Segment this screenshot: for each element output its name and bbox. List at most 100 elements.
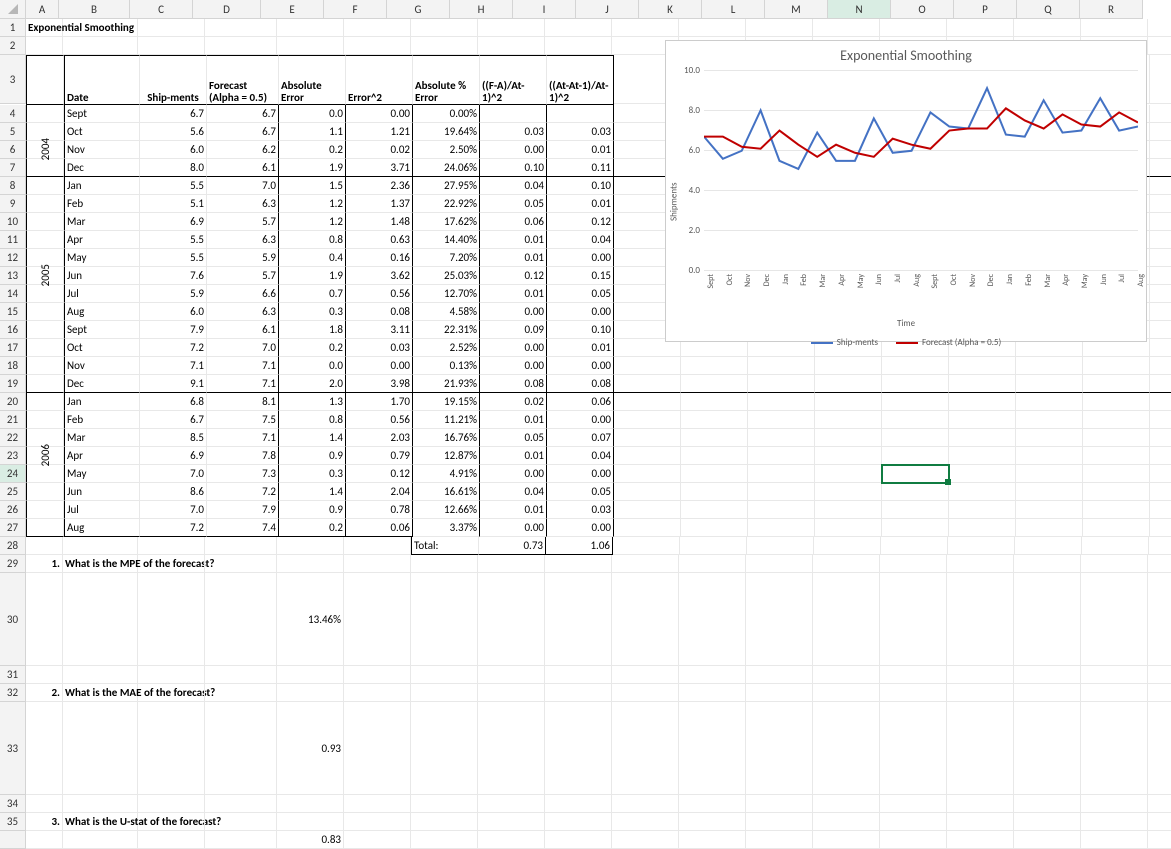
cell-N21[interactable] xyxy=(882,411,949,429)
cell-K19[interactable] xyxy=(681,375,748,393)
cell-I7[interactable]: 0.11 xyxy=(547,159,614,177)
cell-C8[interactable]: 5.5 xyxy=(140,177,207,195)
cell-M1[interactable] xyxy=(813,19,880,37)
cell-E18[interactable]: 0.0 xyxy=(279,357,346,375)
cell-Nx[interactable] xyxy=(880,831,947,849)
cell-K18[interactable] xyxy=(681,357,748,375)
cell-G20[interactable]: 19.15% xyxy=(413,393,480,411)
cell-L26[interactable] xyxy=(748,501,815,519)
cell-F27[interactable]: 0.06 xyxy=(346,519,413,537)
cell-D20[interactable]: 8.1 xyxy=(207,393,279,411)
row-header-21[interactable]: 21 xyxy=(0,411,26,429)
cell-D33[interactable] xyxy=(205,702,277,795)
row-header-15[interactable]: 15 xyxy=(0,303,26,321)
row-header-1[interactable]: 1 xyxy=(0,19,26,37)
cell-A19[interactable] xyxy=(26,375,64,393)
cell-A32[interactable]: 2. xyxy=(26,684,63,702)
cell-F31[interactable] xyxy=(344,666,411,684)
cell-D6[interactable]: 6.2 xyxy=(207,141,279,159)
cell-H6[interactable]: 0.00 xyxy=(480,141,547,159)
cell-E24[interactable]: 0.3 xyxy=(279,465,346,483)
cell-C16[interactable]: 7.9 xyxy=(140,321,207,339)
cell-H15[interactable]: 0.00 xyxy=(480,303,547,321)
cell-I14[interactable]: 0.05 xyxy=(547,285,614,303)
cell-A29[interactable]: 1. xyxy=(26,555,63,573)
cell-D29[interactable] xyxy=(205,555,277,573)
cell-E12[interactable]: 0.4 xyxy=(279,249,346,267)
column-header-H[interactable]: H xyxy=(450,0,513,19)
cell-L27[interactable] xyxy=(748,519,815,537)
row-header-25[interactable]: 25 xyxy=(0,483,26,501)
cell-F11[interactable]: 0.63 xyxy=(346,231,413,249)
cell-B18[interactable]: Nov xyxy=(64,357,140,375)
cell-H35[interactable] xyxy=(478,813,545,831)
cell-G5[interactable]: 19.64% xyxy=(413,123,480,141)
cell-B6[interactable]: Nov xyxy=(64,141,140,159)
column-header-K[interactable]: K xyxy=(639,0,702,19)
row-header-7[interactable]: 7 xyxy=(0,159,26,177)
cell-B25[interactable]: Jun xyxy=(64,483,140,501)
cell-H33[interactable] xyxy=(478,702,545,795)
cell-A1[interactable]: Exponential Smoothing xyxy=(26,19,63,37)
cell-E23[interactable]: 0.9 xyxy=(279,447,346,465)
cell-I11[interactable]: 0.04 xyxy=(547,231,614,249)
cell-A24[interactable] xyxy=(26,465,64,483)
cell-J19[interactable] xyxy=(614,375,681,393)
cell-K20[interactable] xyxy=(681,393,748,411)
cell-B17[interactable]: Oct xyxy=(64,339,140,357)
cell-E2[interactable] xyxy=(277,37,344,55)
cell-B16[interactable]: Sept xyxy=(64,321,140,339)
column-header-F[interactable]: F xyxy=(324,0,387,19)
cell-F13[interactable]: 3.62 xyxy=(346,267,413,285)
cell-I30[interactable] xyxy=(545,573,612,666)
cell-Mx[interactable] xyxy=(813,831,880,849)
cell-I26[interactable]: 0.03 xyxy=(547,501,614,519)
cell-M32[interactable] xyxy=(813,684,880,702)
cell-M24[interactable] xyxy=(815,465,882,483)
cell-O21[interactable] xyxy=(949,411,1016,429)
cell-F26[interactable]: 0.78 xyxy=(346,501,413,519)
cell-R3[interactable] xyxy=(1150,55,1171,104)
cell-Rx[interactable] xyxy=(1148,831,1171,849)
cell-I17[interactable]: 0.01 xyxy=(547,339,614,357)
cell-K33[interactable] xyxy=(679,702,746,795)
cell-N20[interactable] xyxy=(882,393,949,411)
cell-C4[interactable]: 6.7 xyxy=(140,105,207,123)
cell-Cx[interactable] xyxy=(138,831,205,849)
row-header-11[interactable]: 11 xyxy=(0,231,26,249)
cell-E20[interactable]: 1.3 xyxy=(279,393,346,411)
cell-L22[interactable] xyxy=(748,429,815,447)
cell-J1[interactable] xyxy=(612,19,679,37)
cell-H31[interactable] xyxy=(478,666,545,684)
cell-H29[interactable] xyxy=(478,555,545,573)
cell-K23[interactable] xyxy=(681,447,748,465)
cell-P26[interactable] xyxy=(1016,501,1083,519)
column-header-C[interactable]: C xyxy=(130,0,193,19)
cell-R16[interactable] xyxy=(1150,321,1171,339)
row-header-6[interactable]: 6 xyxy=(0,141,26,159)
cell-N18[interactable] xyxy=(882,357,949,375)
cell-B4[interactable]: Sept xyxy=(64,105,140,123)
cell-A3[interactable] xyxy=(26,55,64,105)
cell-H21[interactable]: 0.01 xyxy=(480,411,547,429)
cell-J21[interactable] xyxy=(614,411,681,429)
cell-O1[interactable] xyxy=(947,19,1014,37)
cell-O26[interactable] xyxy=(949,501,1016,519)
cell-G16[interactable]: 22.31% xyxy=(413,321,480,339)
cell-L32[interactable] xyxy=(746,684,813,702)
cell-L20[interactable] xyxy=(748,393,815,411)
cell-O22[interactable] xyxy=(949,429,1016,447)
cell-E17[interactable]: 0.2 xyxy=(279,339,346,357)
cell-E6[interactable]: 0.2 xyxy=(279,141,346,159)
cell-R24[interactable] xyxy=(1150,465,1171,483)
cell-I31[interactable] xyxy=(545,666,612,684)
cell-C20[interactable]: 6.8 xyxy=(140,393,207,411)
cell-L1[interactable] xyxy=(746,19,813,37)
cell-D9[interactable]: 6.3 xyxy=(207,195,279,213)
row-header-9[interactable]: 9 xyxy=(0,195,26,213)
cell-I9[interactable]: 0.01 xyxy=(547,195,614,213)
cell-D25[interactable]: 7.2 xyxy=(207,483,279,501)
cell-D4[interactable]: 6.7 xyxy=(207,105,279,123)
cell-J22[interactable] xyxy=(614,429,681,447)
cell-D35[interactable] xyxy=(205,813,277,831)
